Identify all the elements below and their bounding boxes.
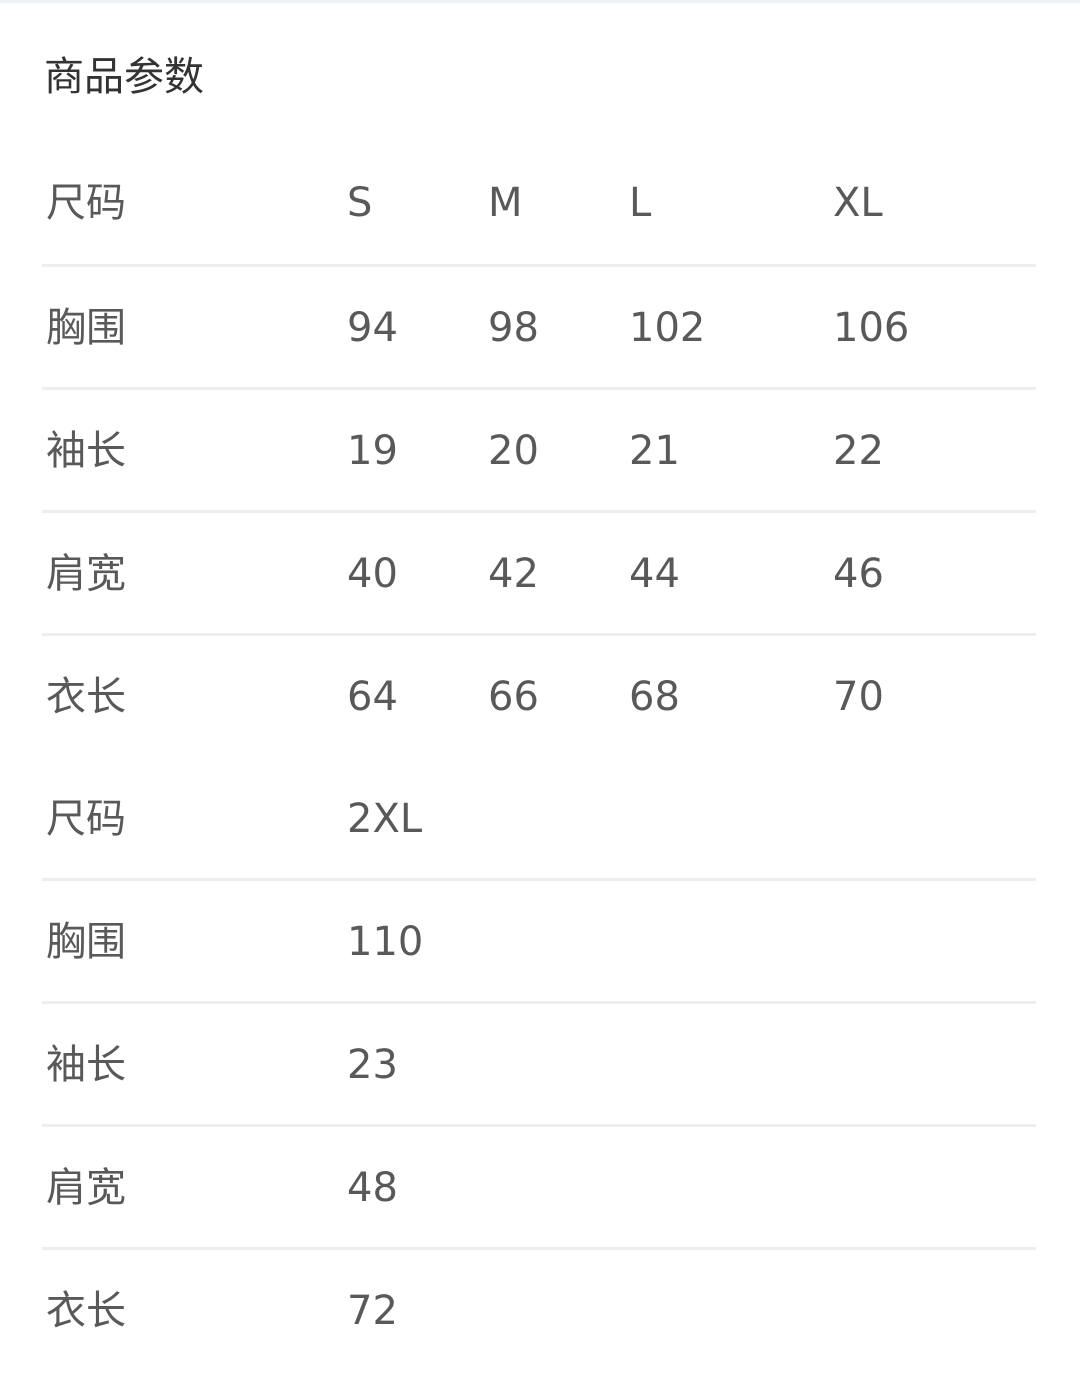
table-cell: 106 [833, 305, 910, 351]
row-label-size: 尺码 [46, 180, 126, 226]
row-label-chest: 胸围 [46, 919, 126, 965]
table-row-size: 尺码 2XL [42, 758, 1036, 881]
table-row-chest: 胸围 94 98 102 106 [42, 267, 1036, 390]
table-cell: 22 [833, 428, 884, 474]
row-label-shoulder: 肩宽 [46, 551, 126, 597]
row-label-sleeve: 袖长 [46, 1042, 126, 1088]
table-row-length: 衣长 72 [42, 1250, 1036, 1372]
table-cell: 23 [347, 1042, 398, 1088]
table-cell: 64 [347, 674, 398, 720]
table-row-size: 尺码 S M L XL [42, 142, 1036, 267]
table-cell: 42 [488, 551, 539, 597]
table-cell: 94 [347, 305, 398, 351]
table-row-shoulder: 肩宽 48 [42, 1127, 1036, 1250]
table-row-length: 衣长 64 66 68 70 [42, 636, 1036, 758]
table-cell: 98 [488, 305, 539, 351]
row-label-length: 衣长 [46, 1288, 126, 1334]
table-cell: 46 [833, 551, 884, 597]
row-label-shoulder: 肩宽 [46, 1165, 126, 1211]
table-cell: XL [833, 180, 883, 226]
table-cell: 66 [488, 674, 539, 720]
table-cell: 20 [488, 428, 539, 474]
table-cell: 40 [347, 551, 398, 597]
table-cell: 19 [347, 428, 398, 474]
table-cell: 2XL [347, 796, 423, 842]
table-cell: 110 [347, 919, 424, 965]
row-label-sleeve: 袖长 [46, 428, 126, 474]
table-cell: 21 [629, 428, 680, 474]
size-table-block-2: 尺码 2XL 胸围 110 袖长 23 肩宽 48 衣长 72 [42, 758, 1036, 1372]
table-cell: 70 [833, 674, 884, 720]
table-cell: 72 [347, 1288, 398, 1334]
top-divider [0, 0, 1080, 3]
table-row-sleeve: 袖长 23 [42, 1004, 1036, 1127]
table-cell: M [488, 180, 523, 226]
table-cell: 68 [629, 674, 680, 720]
row-label-length: 衣长 [46, 674, 126, 720]
size-table-block-1: 尺码 S M L XL 胸围 94 98 102 106 袖长 19 20 21… [42, 142, 1036, 758]
section-title: 商品参数 [44, 54, 204, 100]
table-row-shoulder: 肩宽 40 42 44 46 [42, 513, 1036, 636]
row-label-chest: 胸围 [46, 305, 126, 351]
table-cell: 44 [629, 551, 680, 597]
size-parameter-table: 尺码 S M L XL 胸围 94 98 102 106 袖长 19 20 21… [42, 142, 1036, 1372]
table-cell: S [347, 180, 373, 226]
table-cell: 48 [347, 1165, 398, 1211]
row-label-size: 尺码 [46, 796, 126, 842]
table-cell: 102 [629, 305, 706, 351]
table-cell: L [629, 180, 652, 226]
table-row-chest: 胸围 110 [42, 881, 1036, 1004]
table-row-sleeve: 袖长 19 20 21 22 [42, 390, 1036, 513]
